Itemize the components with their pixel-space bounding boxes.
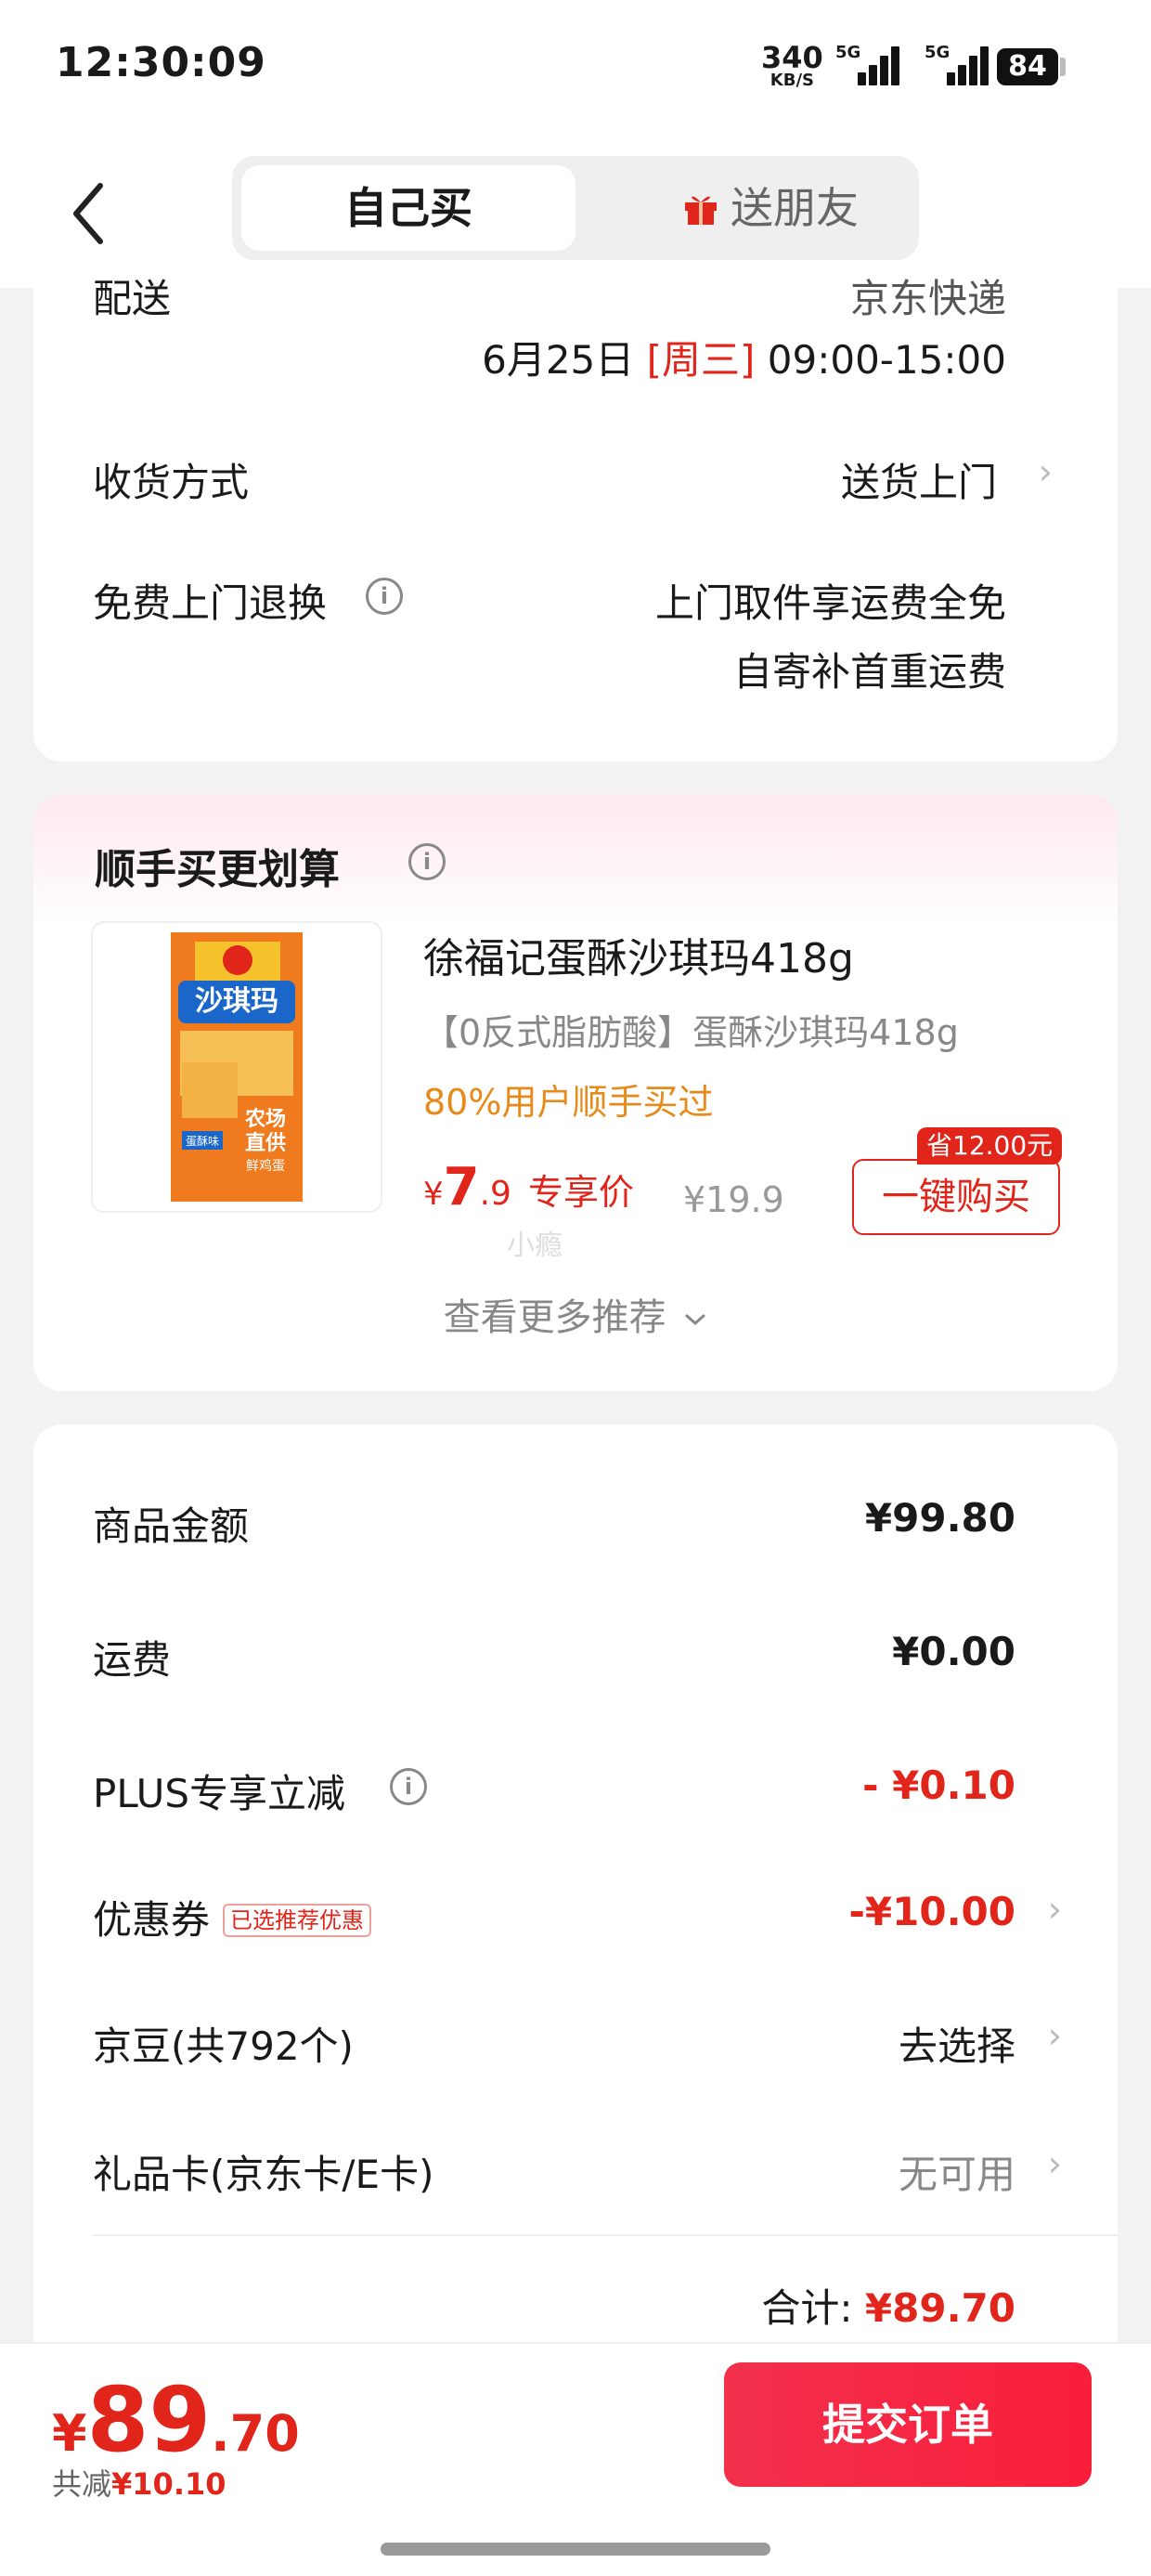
tab-send-friend-label: 送朋友 <box>731 183 859 233</box>
jingdou-value[interactable]: 去选择 <box>899 2015 1015 2072</box>
info-icon[interactable]: i <box>408 843 446 880</box>
bought-hint: 80%用户顺手买过 <box>423 1082 714 1123</box>
submit-order-button[interactable]: 提交订单 <box>724 2362 1092 2487</box>
network-speed-unit: KB/S <box>769 71 814 90</box>
battery-icon: 84 <box>997 48 1058 85</box>
delivery-time[interactable]: 6月25日 [周三] 09:00-15:00 <box>482 329 1006 385</box>
chevron-right-icon[interactable]: › <box>1048 2143 1062 2184</box>
shipping-label: 运费 <box>93 1637 172 1683</box>
package-text-1: 农场 <box>244 1107 286 1131</box>
purchase-mode-switch: 自己买 送朋友 <box>232 156 919 260</box>
recommend-title: 顺手买更划算 <box>95 836 340 895</box>
coupon-label: 优惠券 <box>93 1897 211 1943</box>
total-yen: ¥ <box>52 2404 87 2463</box>
delivery-weekday: [周三] <box>646 337 756 383</box>
product-image[interactable]: 沙琪玛 农场 直供 鲜鸡蛋 蛋酥味 <box>91 921 382 1213</box>
network-speed-value: 340 <box>761 40 823 75</box>
product-package-image: 沙琪玛 农场 直供 鲜鸡蛋 蛋酥味 <box>171 932 303 1202</box>
signal-label: 5G <box>925 43 951 62</box>
tab-send-friend[interactable]: 送朋友 <box>640 165 900 251</box>
coupon-value[interactable]: -¥10.00 <box>848 1889 1015 1934</box>
signal-icon: 5G <box>925 43 989 85</box>
saved-value: ¥10.10 <box>111 2466 226 2502</box>
jingdou-label: 京豆(共792个) <box>93 2023 354 2069</box>
delivery-card: 配送 京东快递 6月25日 [周三] 09:00-15:00 收货方式 送货上门… <box>33 276 1118 761</box>
save-badge: 省12.00元 <box>917 1127 1063 1164</box>
free-return-line1: 上门取件享运费全免 <box>654 580 1006 626</box>
info-icon[interactable]: i <box>390 1768 427 1805</box>
price-dec: .9 <box>479 1175 511 1213</box>
goods-amount-value: ¥99.80 <box>864 1495 1015 1541</box>
info-icon[interactable]: i <box>366 578 403 615</box>
receive-method-label: 收货方式 <box>93 460 250 505</box>
delivery-carrier[interactable]: 京东快递 <box>850 267 1006 324</box>
total-int: 89 <box>86 2368 212 2472</box>
package-text-2: 直供 <box>245 1131 286 1155</box>
plus-discount-value: - ¥0.10 <box>862 1763 1015 1808</box>
package-flavor-badge: 蛋酥味 <box>186 1135 219 1148</box>
total-price: ¥89.70 <box>52 2368 300 2472</box>
total-saved: 共减¥10.10 <box>52 2461 226 2504</box>
battery-tip <box>1060 58 1066 76</box>
back-arrow-icon <box>73 183 103 244</box>
subtotal: 合计: ¥89.70 <box>761 2277 1015 2334</box>
nav-bar: 自己买 送朋友 <box>0 139 1151 288</box>
product-name[interactable]: 徐福记蛋酥沙琪玛418g <box>423 925 854 984</box>
saved-label: 共减 <box>52 2466 112 2502</box>
home-indicator[interactable] <box>381 2543 770 2556</box>
receive-method-value[interactable]: 送货上门 <box>841 451 997 508</box>
delivery-label: 配送 <box>93 276 172 321</box>
clock: 12:30:09 <box>56 39 266 86</box>
status-bar: 12:30:09 340 KB/S 5G 5G 84 <box>0 0 1151 139</box>
giftcard-label: 礼品卡(京东卡/E卡) <box>93 2152 434 2197</box>
bottom-bar: ¥89.70 共减¥10.10 提交订单 <box>0 2342 1151 2576</box>
view-more-recommend[interactable]: 查看更多推荐 <box>33 1287 1118 1341</box>
one-click-buy-button[interactable]: 一键购买 <box>852 1159 1060 1235</box>
watermark: 小瘾 <box>507 1229 563 1262</box>
giftcard-value[interactable]: 无可用 <box>899 2143 1015 2200</box>
original-price: ¥19.9 <box>683 1179 784 1220</box>
delivery-date: 6月25日 <box>482 337 635 383</box>
coupon-row[interactable]: 优惠券 已选推荐优惠 <box>93 1889 372 1945</box>
tab-self-buy[interactable]: 自己买 <box>241 165 576 251</box>
chevron-right-icon[interactable]: › <box>1048 2015 1062 2056</box>
view-more-label: 查看更多推荐 <box>443 1296 666 1339</box>
chevron-right-icon[interactable]: › <box>1039 451 1053 492</box>
subtotal-label: 合计: <box>761 2285 853 2331</box>
total-dec: .70 <box>211 2404 300 2463</box>
free-return-label: 免费上门退换 <box>93 580 328 626</box>
price-yen: ¥ <box>423 1176 444 1213</box>
chevron-right-icon[interactable]: › <box>1048 1889 1062 1930</box>
package-text-3: 鲜鸡蛋 <box>246 1158 285 1174</box>
subtotal-value: ¥89.70 <box>864 2285 1015 2331</box>
product-subtitle: 【0反式脂肪酸】蛋酥沙琪玛418g <box>423 1012 959 1053</box>
price-summary-card: 商品金额 ¥99.80 运费 ¥0.00 PLUS专享立减 i - ¥0.10 … <box>33 1425 1118 2344</box>
signal-icon: 5G <box>835 43 900 85</box>
free-return-line2: 自寄补首重运费 <box>732 649 1006 695</box>
network-speed: 340 KB/S <box>761 43 823 89</box>
recommend-title-text: 顺手买更划算 <box>95 846 340 893</box>
plus-discount-label: PLUS专享立减 <box>93 1771 346 1816</box>
product-price: ¥7.9 专享价 <box>423 1157 634 1217</box>
back-button[interactable] <box>67 176 123 251</box>
signal-label: 5G <box>835 43 861 62</box>
recommend-card: 顺手买更划算 i 沙琪玛 农场 直供 鲜鸡蛋 蛋酥味 徐福记蛋酥沙琪玛418g … <box>33 795 1118 1391</box>
divider <box>93 2234 1118 2236</box>
gift-icon <box>685 196 717 225</box>
package-brand-text: 沙琪玛 <box>195 985 278 1018</box>
shipping-value: ¥0.00 <box>892 1629 1015 1674</box>
price-int: 7 <box>443 1157 480 1217</box>
delivery-window: 09:00-15:00 <box>767 337 1006 383</box>
goods-amount-label: 商品金额 <box>93 1503 250 1549</box>
price-tag: 专享价 <box>527 1172 634 1213</box>
coupon-selected-tag: 已选推荐优惠 <box>223 1903 372 1937</box>
chevron-down-icon <box>685 1314 705 1326</box>
